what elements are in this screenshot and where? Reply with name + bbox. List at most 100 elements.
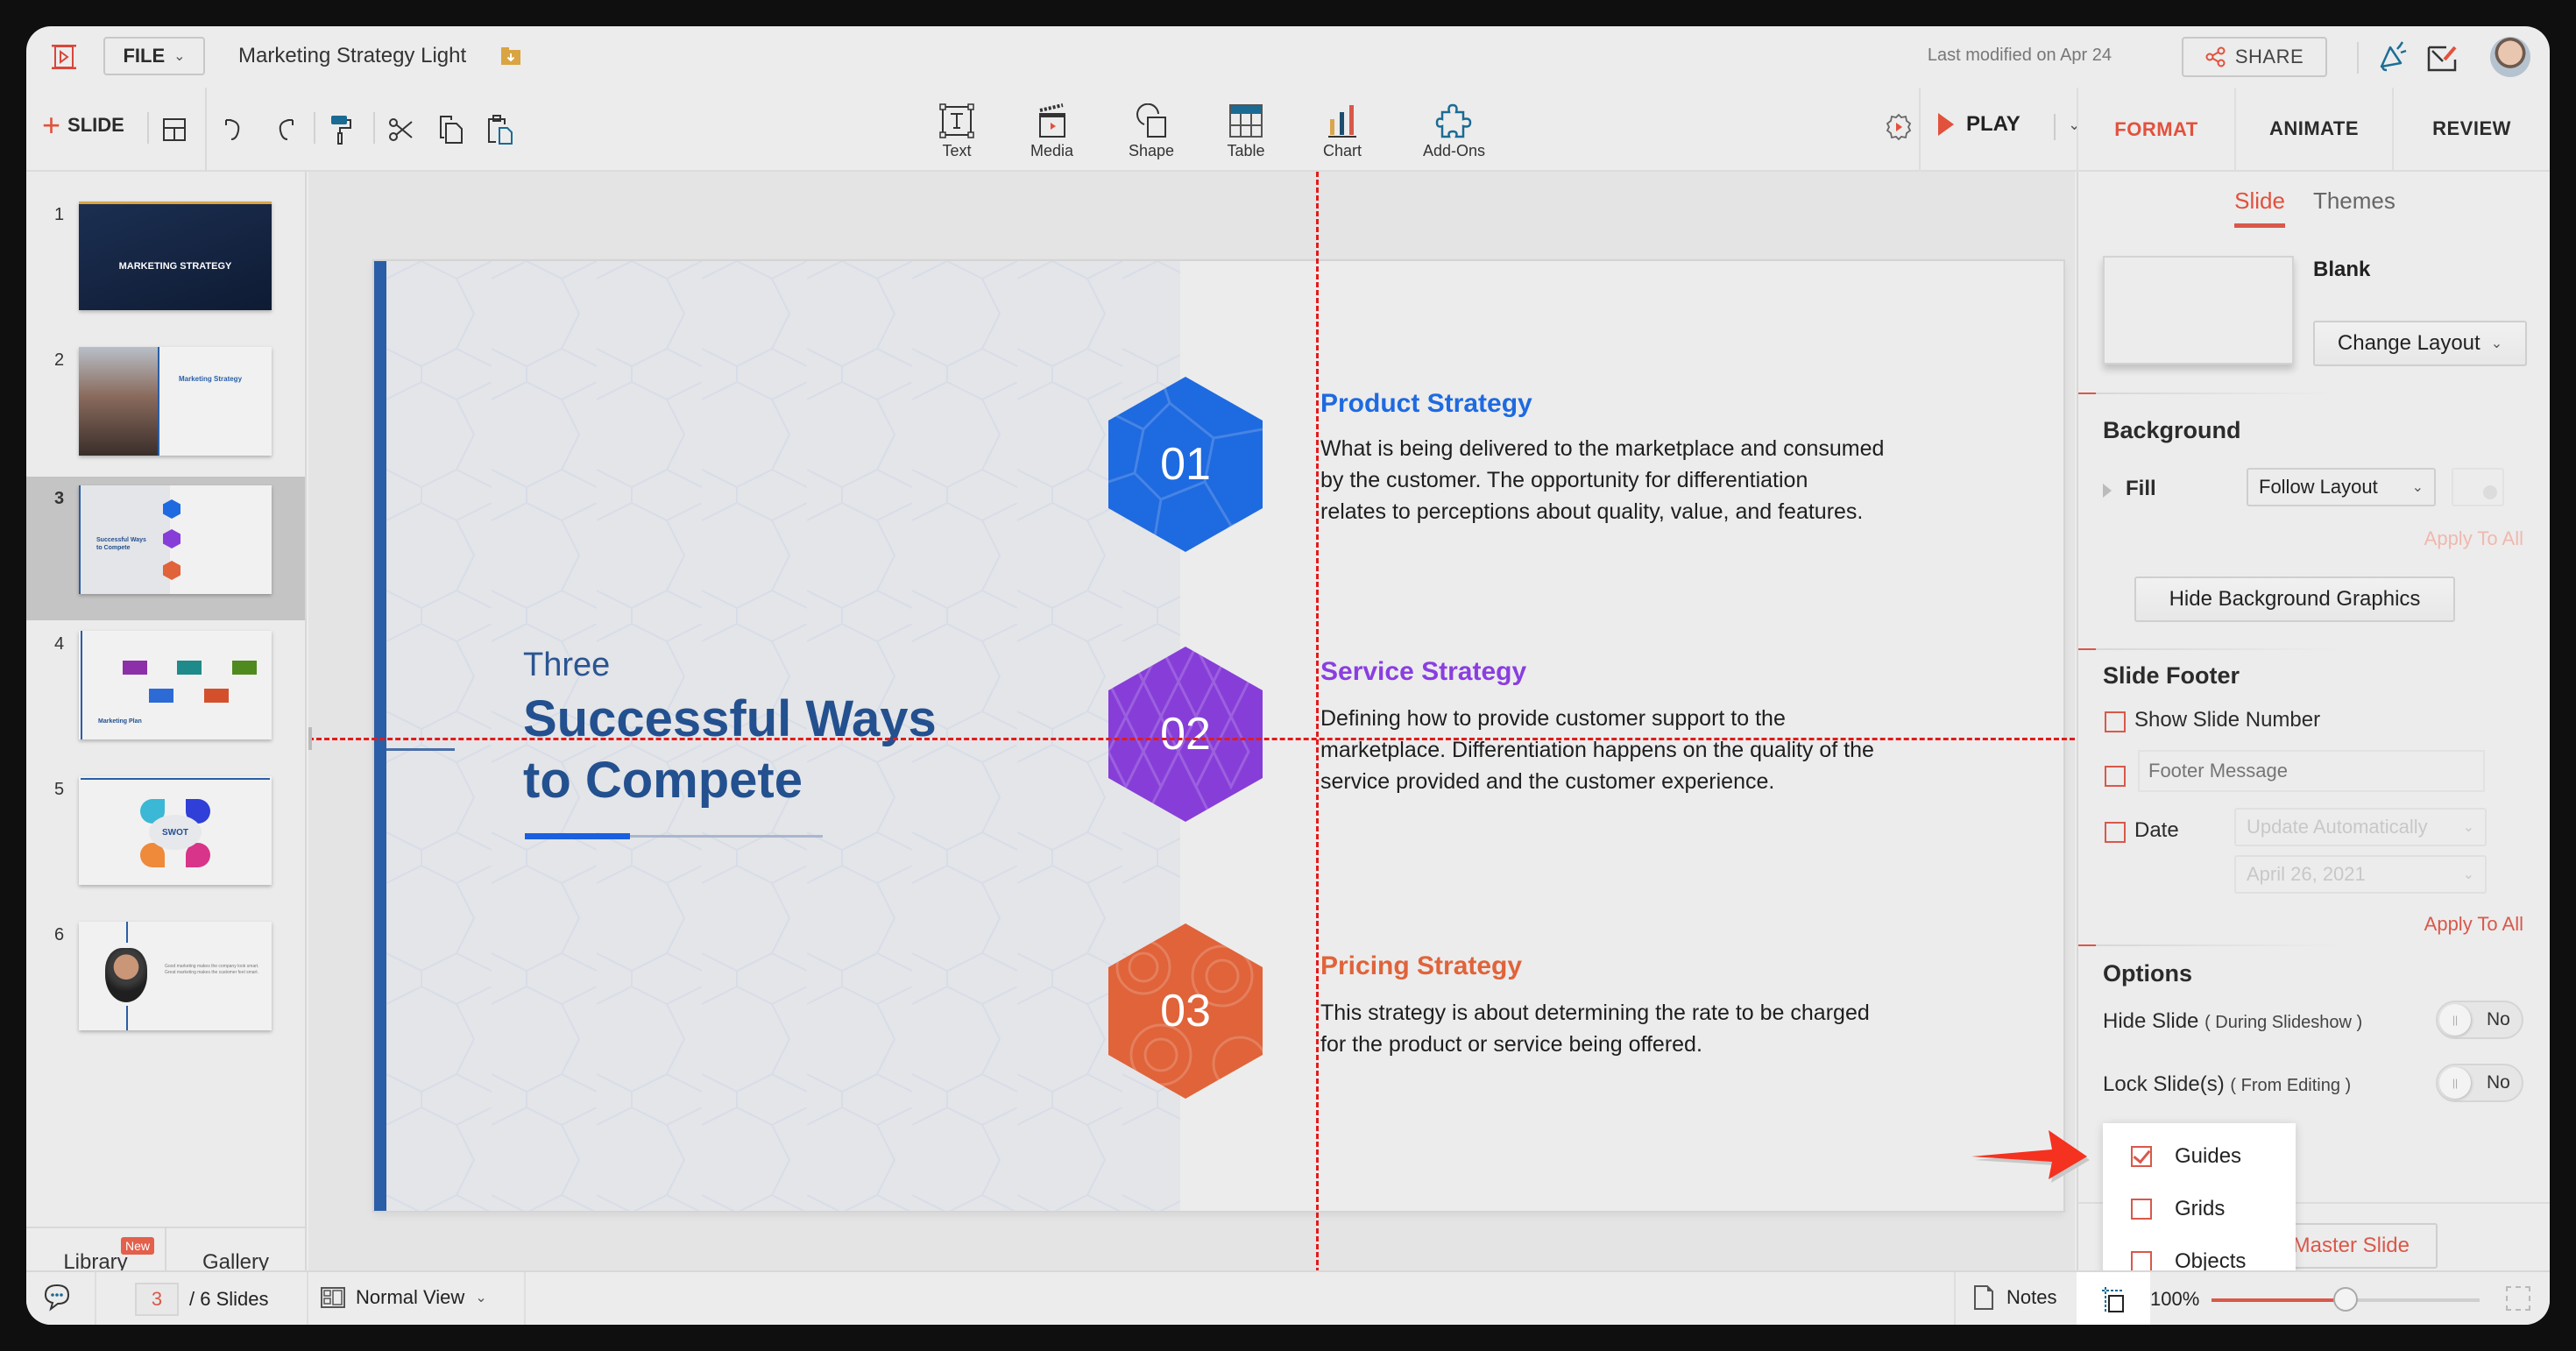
insert-media-button[interactable]: Media (1030, 103, 1073, 160)
tab-animate[interactable]: ANIMATE (2234, 88, 2392, 172)
slide-thumbnail[interactable]: Marketing Plan (79, 631, 272, 739)
paste-button[interactable] (485, 114, 515, 145)
guide-drag-handle[interactable] (308, 727, 312, 750)
view-mode-dropdown[interactable]: Normal View ⌄ (321, 1286, 487, 1309)
thumb-title: MARKETING STRATEGY (118, 261, 232, 272)
slide-thumbnail[interactable]: Successful Ways to Compete (79, 485, 272, 594)
announcement-icon[interactable] (2374, 40, 2410, 75)
grids-option[interactable]: Grids (2131, 1197, 2225, 1221)
cut-button[interactable] (386, 114, 415, 145)
slide-thumbnail[interactable]: MARKETING STRATEGY (79, 202, 272, 310)
fill-color-picker[interactable] (2452, 468, 2504, 506)
slide-number: 5 (54, 780, 65, 799)
slide-thumbnail-row[interactable]: 3 Successful Ways to Compete (26, 477, 305, 620)
fit-to-screen-icon[interactable] (2506, 1286, 2530, 1311)
date-mode-dropdown[interactable]: Update Automatically ⌄ (2234, 808, 2487, 846)
thumb-title: SWOT (149, 815, 202, 850)
show-slide-number-checkbox[interactable] (2105, 711, 2126, 732)
objects-checkbox[interactable] (2131, 1251, 2152, 1272)
add-slide-label: SLIDE (67, 114, 124, 136)
shape-icon (1136, 103, 1167, 138)
insert-shape-label: Shape (1129, 142, 1175, 159)
share-button[interactable]: SHARE (2182, 37, 2327, 77)
redo-button[interactable] (270, 114, 300, 145)
slide-thumbnail-row[interactable]: 4 Marketing Plan (26, 622, 305, 766)
slideshow-settings-icon[interactable] (1884, 112, 1914, 142)
view-options-button[interactable] (2077, 1272, 2150, 1325)
user-avatar[interactable] (2490, 37, 2530, 77)
product-strategy-heading[interactable]: Product Strategy (1320, 389, 1532, 419)
grids-label: Grids (2175, 1197, 2226, 1220)
slide-thumbnail[interactable]: Marketing Strategy (79, 347, 272, 456)
pricing-strategy-heading[interactable]: Pricing Strategy (1320, 951, 1522, 981)
add-slide-button[interactable]: + SLIDE (42, 110, 124, 141)
product-strategy-body[interactable]: What is being delivered to the marketpla… (1320, 433, 1934, 527)
service-strategy-heading[interactable]: Service Strategy (1320, 657, 1526, 687)
date-checkbox[interactable] (2105, 822, 2126, 843)
vertical-guide-line[interactable] (1316, 172, 1319, 1297)
thumb-title: Marketing Plan (98, 718, 142, 725)
paste-icon (488, 115, 513, 145)
grids-checkbox[interactable] (2131, 1199, 2152, 1220)
slide-thumbnail-row[interactable]: 2 Marketing Strategy (26, 338, 305, 482)
horizontal-guide-line[interactable] (308, 738, 2075, 740)
hexagon-number: 03 (1160, 986, 1211, 1036)
slide-thumbnail-row[interactable]: 6 Good marketing makes the company look … (26, 913, 305, 1057)
master-slide-button[interactable]: Master Slide (2280, 1223, 2438, 1269)
date-value-dropdown[interactable]: April 26, 2021 ⌄ (2234, 855, 2487, 894)
footer-message-checkbox[interactable] (2105, 766, 2126, 787)
guides-option[interactable]: Guides (2131, 1144, 2241, 1169)
copy-button[interactable] (436, 114, 466, 145)
file-menu-label: FILE (123, 45, 166, 67)
guides-checkbox[interactable] (2131, 1146, 2152, 1167)
subtab-slide[interactable]: Slide (2234, 187, 2285, 228)
footer-message-input[interactable] (2138, 750, 2485, 792)
background-apply-to-all[interactable]: Apply To All (2424, 527, 2523, 550)
slide-thumbnail-row[interactable]: 5 SWOT (26, 767, 305, 911)
subtab-themes[interactable]: Themes (2313, 187, 2396, 228)
slide-footer-section-title: Slide Footer (2103, 662, 2240, 689)
layout-button[interactable] (159, 114, 189, 145)
folder-icon[interactable] (499, 46, 522, 67)
tab-format[interactable]: FORMAT (2078, 88, 2234, 172)
chat-icon[interactable] (42, 1283, 72, 1312)
hexagon-number: 02 (1160, 709, 1211, 760)
normal-view-icon (321, 1287, 345, 1308)
footer-apply-to-all[interactable]: Apply To All (2424, 913, 2523, 936)
change-layout-button[interactable]: Change Layout ⌄ (2313, 321, 2527, 366)
tab-review[interactable]: REVIEW (2392, 88, 2550, 172)
format-painter-button[interactable] (326, 114, 356, 145)
app-logo-icon[interactable] (49, 42, 79, 72)
layout-preview[interactable] (2103, 256, 2294, 364)
fill-expand-icon[interactable] (2103, 484, 2112, 498)
file-menu-button[interactable]: FILE ⌄ (103, 37, 205, 75)
slide-title[interactable]: Successful Ways to Compete (523, 689, 937, 811)
slide-thumbnail[interactable]: SWOT (79, 776, 272, 885)
slide-canvas[interactable]: Three Successful Ways to Compete 01 02 0… (308, 172, 2075, 1297)
fill-dropdown[interactable]: Follow Layout ⌄ (2247, 468, 2436, 506)
insert-chart-button[interactable]: Chart (1323, 103, 1362, 160)
current-slide-input[interactable]: 3 (135, 1283, 179, 1316)
thumb-quote: Good marketing makes the company look sm… (165, 964, 259, 975)
service-strategy-body[interactable]: Defining how to provide customer support… (1320, 703, 1934, 797)
pricing-strategy-body[interactable]: This strategy is about determining the r… (1320, 997, 1934, 1060)
undo-button[interactable] (219, 114, 249, 145)
insert-table-button[interactable]: Table (1227, 103, 1265, 160)
play-button[interactable]: PLAY (1938, 112, 2020, 137)
slide-thumbnail[interactable]: Good marketing makes the company look sm… (79, 922, 272, 1030)
add-ons-button[interactable]: Add-Ons (1423, 103, 1485, 160)
lock-slide-text: Lock Slide(s) (2103, 1072, 2225, 1096)
notes-button[interactable]: Notes (1973, 1284, 2056, 1311)
hide-slide-toggle[interactable]: || No (2436, 1001, 2523, 1039)
zoom-slider[interactable] (2212, 1287, 2480, 1312)
insert-shape-button[interactable]: Shape (1129, 103, 1174, 160)
lock-slide-toggle[interactable]: || No (2436, 1064, 2523, 1102)
slide[interactable]: Three Successful Ways to Compete 01 02 0… (374, 261, 2063, 1211)
slide-kicker[interactable]: Three (523, 647, 610, 684)
document-title[interactable]: Marketing Strategy Light (238, 44, 466, 68)
slide-thumbnail-row[interactable]: 1 MARKETING STRATEGY (26, 193, 305, 336)
hide-background-graphics-button[interactable]: Hide Background Graphics (2134, 576, 2455, 622)
feedback-icon[interactable] (2425, 42, 2460, 74)
insert-text-button[interactable]: Text (938, 103, 976, 160)
zoom-slider-thumb[interactable] (2333, 1287, 2358, 1312)
